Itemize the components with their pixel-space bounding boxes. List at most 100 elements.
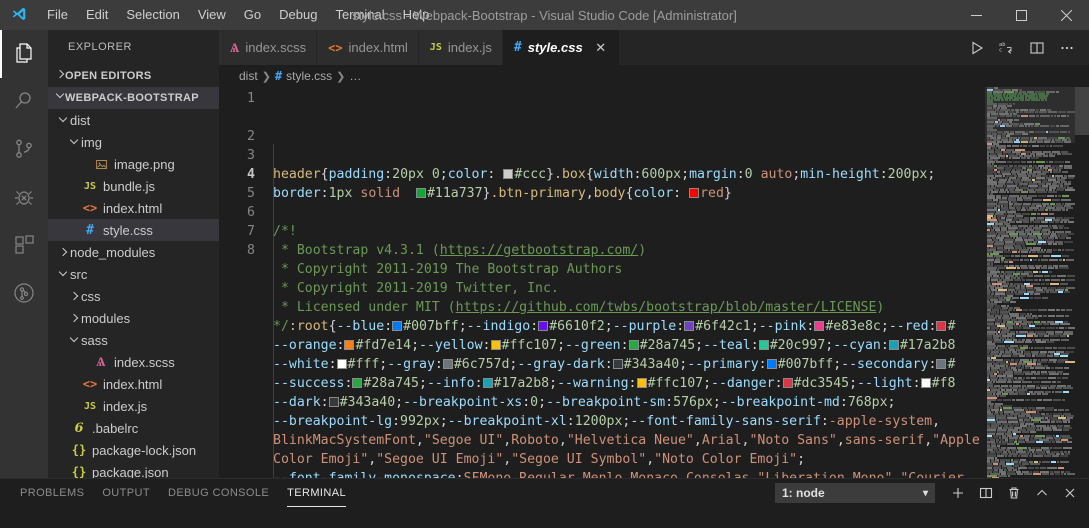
tab-index-scss[interactable]: Ѧindex.scss (219, 30, 318, 65)
tree-item-label: sass (81, 332, 108, 348)
chevron-right-icon (56, 248, 70, 257)
window-controls (954, 0, 1089, 30)
tree-item-label: node_modules (70, 244, 156, 260)
chevron-right-icon (67, 292, 81, 301)
tree-item-sass[interactable]: sass (48, 329, 219, 351)
tree-item-package-lock-json[interactable]: {} package-lock.json (48, 439, 219, 461)
terminal-selector-value: 1: node (782, 486, 825, 500)
new-terminal-button[interactable] (945, 480, 971, 506)
minimap[interactable] (985, 87, 1075, 478)
tree-item-style-css[interactable]: # style.css (48, 219, 219, 241)
panel-tab-problems[interactable]: PROBLEMS (20, 479, 84, 507)
line-number-continuation (219, 412, 255, 431)
activity-account[interactable] (0, 270, 48, 318)
activity-search[interactable] (0, 78, 48, 126)
line-number-continuation (219, 298, 255, 317)
tree-item-node-modules[interactable]: node_modules (48, 241, 219, 263)
split-terminal-button[interactable] (973, 480, 999, 506)
line-number-continuation (219, 336, 255, 355)
compare-changes-icon[interactable]: ab c (993, 34, 1021, 62)
tree-item-label: img (81, 134, 102, 150)
section-open-editors-label: OPEN EDITORS (65, 70, 152, 82)
line-number-continuation (219, 431, 255, 450)
tree-item-label: style.css (103, 222, 153, 238)
editor-vertical-scrollbar[interactable] (1075, 87, 1089, 478)
menu-go[interactable]: Go (235, 0, 270, 30)
menu-help[interactable]: Help (394, 0, 439, 30)
scrollbar-thumb[interactable] (1075, 87, 1089, 135)
panel-tab-debug-console[interactable]: DEBUG CONSOLE (168, 479, 269, 507)
ellipsis-icon[interactable] (1053, 34, 1081, 62)
tree-item-img[interactable]: img (48, 131, 219, 153)
tree-item-label: image.png (114, 156, 175, 172)
maximize-button[interactable] (999, 0, 1044, 30)
maximize-panel-button[interactable] (1029, 480, 1055, 506)
split-editor-icon[interactable] (1023, 34, 1051, 62)
workbench-body: EXPLORER OPEN EDITORS WEBPACK-BOOTSTRAP … (0, 30, 1089, 478)
tree-item-bundle-js[interactable]: JS bundle.js (48, 175, 219, 197)
babel-icon: 6 (74, 420, 84, 436)
tab-index-html[interactable]: <> index.html (317, 30, 419, 65)
breadcrumb-style-css[interactable]: # style.css (275, 69, 332, 83)
tree-item-dist[interactable]: dist (48, 109, 219, 131)
tree-item-modules[interactable]: modules (48, 307, 219, 329)
panel-actions: 1: node ▾ (775, 479, 1083, 507)
menu-bar[interactable]: File Edit Selection View Go Debug Termin… (38, 0, 438, 30)
run-button[interactable] (963, 34, 991, 62)
tab-style-css[interactable]: # style.css ✕ (502, 30, 620, 65)
code-line-8c: --white: #fff;--gray: #6c757d;--gray-dark:… (273, 357, 956, 372)
code-content[interactable]: header{padding:20px 0;color: #ccc}.box{w… (273, 87, 1089, 478)
breadcrumb-dist[interactable]: dist (239, 69, 258, 83)
tree-item-index-html[interactable]: <> index.html (48, 373, 219, 395)
menu-selection[interactable]: Selection (117, 0, 188, 30)
tree-item-index-html[interactable]: <> index.html (48, 197, 219, 219)
panel-header: PROBLEMS OUTPUT DEBUG CONSOLE TERMINAL 1… (0, 479, 1089, 507)
line-number-4: 4 (247, 167, 255, 182)
tree-item-image-png[interactable]: image.png (48, 153, 219, 175)
sass-icon: Ѧ (96, 355, 106, 370)
vscode-logo-icon (0, 6, 38, 24)
breadcrumb[interactable]: dist ❯ # style.css ❯ … (219, 65, 1089, 87)
activity-extensions[interactable] (0, 222, 48, 270)
code-editor[interactable]: 1 2 3 4 5 6 7 8 header{padding:20px 0;color: #… (219, 87, 1089, 478)
source-control-icon (12, 137, 36, 164)
minimize-button[interactable] (954, 0, 999, 30)
activity-debug[interactable] (0, 174, 48, 222)
tree-item-css[interactable]: css (48, 285, 219, 307)
tree-item-package-json[interactable]: {} package.json (48, 461, 219, 479)
panel-tab-output[interactable]: OUTPUT (102, 479, 150, 507)
image-icon (92, 158, 110, 171)
panel-tab-terminal[interactable]: TERMINAL (287, 479, 346, 507)
tab-close-button[interactable]: ✕ (593, 40, 609, 56)
tree-item--babelrc[interactable]: 6 .babelrc (48, 417, 219, 439)
breadcrumb-more[interactable]: … (349, 69, 361, 83)
explorer-tree[interactable]: OPEN EDITORS WEBPACK-BOOTSTRAP dist img im… (48, 65, 219, 478)
menu-terminal[interactable]: Terminal (326, 0, 393, 30)
tree-item-index-js[interactable]: JS index.js (48, 395, 219, 417)
kill-terminal-button[interactable] (1001, 480, 1027, 506)
tree-item-index-scss[interactable]: Ѧindex.scss (48, 351, 219, 373)
line-number-continuation (219, 317, 255, 336)
menu-view[interactable]: View (189, 0, 235, 30)
tab-index-js[interactable]: JS index.js (418, 30, 503, 65)
activity-explorer[interactable] (0, 30, 48, 78)
terminal-selector[interactable]: 1: node ▾ (775, 483, 935, 503)
tree-item-label: modules (81, 310, 131, 326)
terminal-output[interactable]: Entrypoint mini-css-extract-plugin = * (0, 507, 1089, 528)
editor-tabs[interactable]: Ѧindex.scss <> index.html JS index.js # style.… (219, 30, 620, 65)
menu-debug[interactable]: Debug (270, 0, 326, 30)
close-panel-button[interactable] (1057, 480, 1083, 506)
activity-source-control[interactable] (0, 126, 48, 174)
menu-edit[interactable]: Edit (77, 0, 117, 30)
tree-item-src[interactable]: src (48, 263, 219, 285)
menu-file[interactable]: File (38, 0, 77, 30)
section-webpack-bootstrap[interactable]: WEBPACK-BOOTSTRAP (48, 87, 219, 109)
code-line-7: * Licensed under MIT (https://github.com… (273, 300, 885, 315)
close-button[interactable] (1044, 0, 1089, 30)
chevron-down-icon (56, 270, 70, 279)
vscode-window: File Edit Selection View Go Debug Termin… (0, 0, 1089, 528)
section-open-editors[interactable]: OPEN EDITORS (48, 65, 219, 87)
search-icon (12, 89, 36, 116)
bottom-panel: PROBLEMS OUTPUT DEBUG CONSOLE TERMINAL 1… (0, 478, 1089, 528)
line-number-continuation (219, 279, 255, 298)
